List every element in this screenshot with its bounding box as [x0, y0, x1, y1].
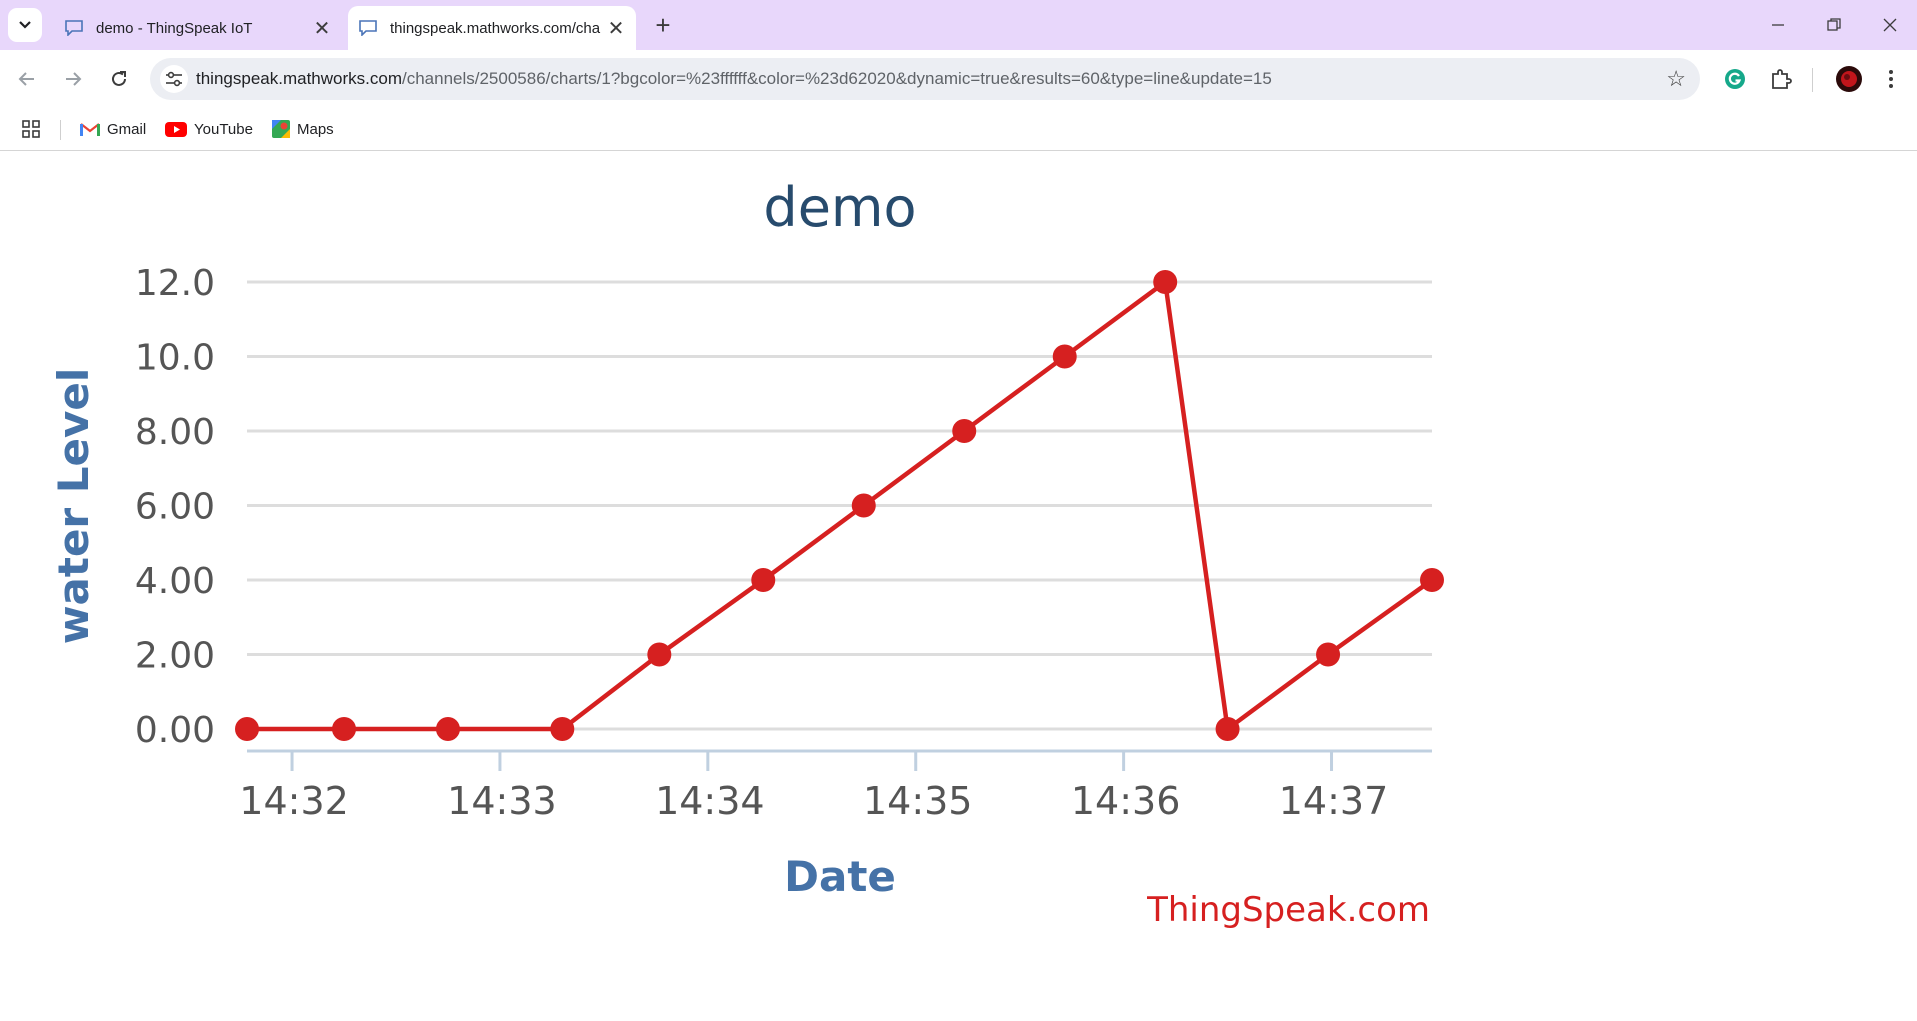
url-host: thingspeak.mathworks.com	[196, 69, 402, 88]
extensions-puzzle-icon[interactable]	[1768, 66, 1794, 92]
apps-grid-icon	[22, 120, 40, 138]
x-tick-label: 14:36	[1071, 779, 1181, 823]
close-icon[interactable]: ✕	[308, 14, 336, 42]
y-tick-label: 8.00	[135, 412, 215, 453]
chart-title: demo	[763, 176, 916, 239]
bookmark-gmail[interactable]: Gmail	[80, 118, 146, 140]
more-vert-icon	[1889, 70, 1893, 88]
tab-title: thingspeak.mathworks.com/cha	[390, 19, 601, 37]
y-tick-label: 0.00	[135, 710, 215, 751]
new-tab-button[interactable]: +	[648, 10, 678, 40]
profile-avatar[interactable]	[1834, 64, 1864, 94]
data-point	[332, 717, 357, 741]
y-tick-label: 6.00	[135, 487, 215, 528]
url-path: /channels/2500586/charts/1?bgcolor=%23ff…	[401, 69, 1272, 88]
tab-strip: demo - ThingSpeak IoT ✕ thingspeak.mathw…	[0, 0, 1917, 50]
chat-bubble-icon	[65, 20, 83, 36]
tab-title: demo - ThingSpeak IoT	[96, 19, 253, 37]
apps-button[interactable]	[22, 118, 47, 140]
restore-icon	[1827, 18, 1841, 31]
bookmark-label: Gmail	[107, 120, 147, 138]
bookmarks-bar: Gmail YouTube Maps	[0, 108, 1917, 151]
forward-arrow-icon	[66, 72, 82, 86]
data-point	[1052, 344, 1077, 369]
bookmark-maps[interactable]: Maps	[272, 118, 334, 140]
bookmarks-divider	[60, 120, 61, 140]
data-point	[952, 419, 977, 443]
browser-menu-button[interactable]	[1878, 66, 1904, 92]
grammarly-extension-icon[interactable]	[1722, 66, 1748, 92]
address-bar[interactable]: thingspeak.mathworks.com/channels/250058…	[150, 58, 1700, 100]
browser-toolbar: thingspeak.mathworks.com/channels/250058…	[0, 50, 1917, 108]
data-point	[1420, 568, 1444, 592]
tune-icon	[166, 71, 182, 87]
toolbar-divider	[1812, 68, 1813, 92]
x-tick-label: 14:34	[655, 779, 765, 823]
y-tick-label: 12.0	[135, 263, 215, 304]
site-info-button[interactable]	[160, 65, 188, 93]
back-button[interactable]	[12, 64, 42, 94]
y-tick-label: 2.00	[135, 636, 215, 677]
x-tick-label: 14:33	[447, 779, 557, 823]
data-point	[751, 568, 776, 592]
bookmark-label: YouTube	[194, 120, 253, 138]
y-tick-label: 4.00	[135, 561, 215, 602]
close-icon	[1883, 18, 1897, 32]
minimize-icon	[1772, 24, 1784, 26]
close-icon[interactable]: ✕	[602, 14, 630, 42]
reload-icon	[112, 71, 126, 86]
data-point	[235, 717, 259, 741]
back-arrow-icon	[18, 72, 34, 86]
data-point	[1316, 642, 1341, 667]
bookmark-label: Maps	[297, 120, 334, 138]
tab-demo-thingspeak[interactable]: demo - ThingSpeak IoT ✕	[54, 6, 342, 50]
line-chart: demo 0.00 2.00 4.00 6.00 8.00 10.0 12.0 14:32 1…	[49, 176, 1444, 930]
data-point	[1215, 717, 1240, 741]
gmail-icon	[80, 122, 100, 136]
chat-bubble-icon	[359, 20, 377, 36]
restore-button[interactable]	[1806, 0, 1862, 50]
data-point	[550, 717, 575, 741]
y-axis-title: water Level	[49, 368, 98, 645]
data-point	[851, 493, 876, 518]
data-point	[435, 717, 460, 741]
url-text: thingspeak.mathworks.com/channels/250058…	[196, 69, 1272, 89]
bookmark-star-icon[interactable]: ☆	[1666, 66, 1686, 92]
data-point	[647, 642, 672, 667]
tab-search-button[interactable]	[8, 8, 42, 42]
data-point	[1153, 270, 1178, 294]
minimize-button[interactable]	[1750, 0, 1806, 50]
maps-icon	[272, 120, 290, 138]
close-window-button[interactable]	[1862, 0, 1917, 50]
y-tick-label: 10.0	[135, 338, 215, 379]
chart-credit[interactable]: ThingSpeak.com	[1146, 890, 1430, 930]
chevron-down-icon	[19, 21, 31, 29]
page-content: demo 0.00 2.00 4.00 6.00 8.00 10.0 12.0 14:32 1…	[0, 151, 1917, 1016]
x-axis-title: Date	[784, 852, 896, 901]
x-tick-label: 14:37	[1279, 779, 1389, 823]
youtube-icon	[165, 121, 187, 137]
x-tick-label: 14:35	[863, 779, 973, 823]
x-tick-label: 14:32	[239, 779, 349, 823]
bookmark-youtube[interactable]: YouTube	[165, 118, 253, 140]
reload-button[interactable]	[104, 64, 134, 94]
forward-button[interactable]	[58, 64, 88, 94]
tab-chart[interactable]: thingspeak.mathworks.com/cha ✕	[348, 6, 636, 50]
